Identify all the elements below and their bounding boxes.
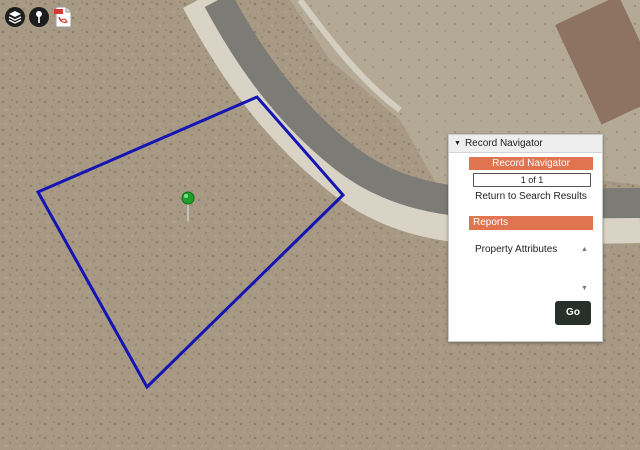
go-button[interactable]: Go [555,301,591,325]
panel-header[interactable]: ▼ Record Navigator [449,135,602,153]
reports-header: Reports [469,216,593,230]
pdf-button[interactable] [52,6,74,28]
record-navigator-bar: Record Navigator [469,157,593,170]
scroll-down-icon[interactable]: ▼ [581,285,588,292]
layers-icon [5,7,25,27]
record-navigator-panel: ▼ Record Navigator Record Navigator 1 of… [448,134,603,342]
map-pin-icon [29,7,49,27]
map-pin-marker[interactable] [181,191,195,205]
pin-highlight [184,194,188,198]
layers-button[interactable] [4,6,26,28]
scroll-up-icon[interactable]: ▲ [581,246,588,253]
report-item-property-attributes[interactable]: Property Attributes [475,244,557,255]
return-to-search-link[interactable]: Return to Search Results [469,191,593,202]
caret-down-icon: ▼ [454,140,461,147]
pdf-icon [54,6,72,28]
location-pin-button[interactable] [28,6,50,28]
record-count: 1 of 1 [473,173,591,187]
panel-title: Record Navigator [464,138,543,149]
